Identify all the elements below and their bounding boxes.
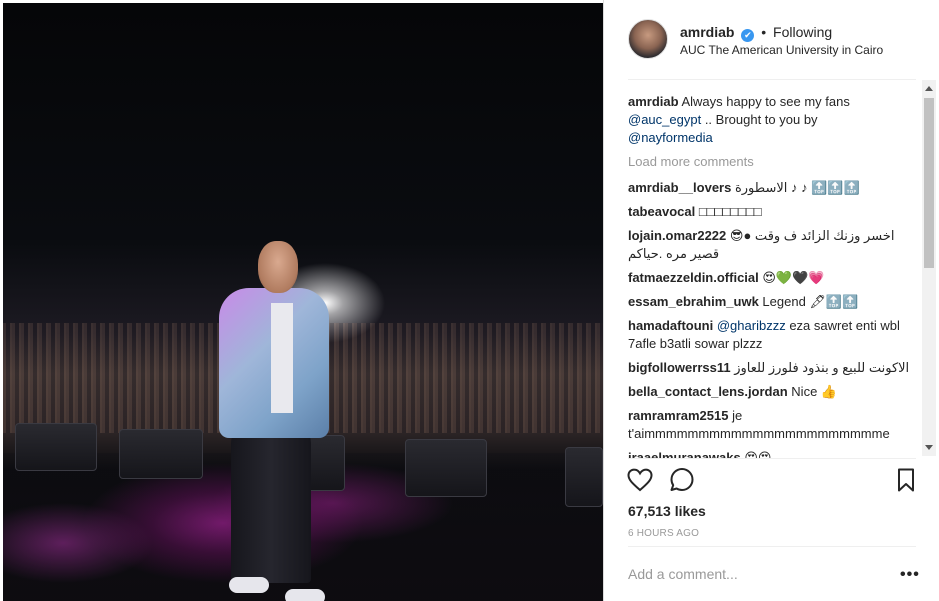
comment-text: 😍💚🖤💗 [762,270,825,285]
caption-text: .. Brought to you by [701,112,818,127]
load-more-comments-button[interactable]: Load more comments [628,153,920,171]
caption-username[interactable]: amrdiab [628,94,679,109]
comment-bubble-icon[interactable] [668,466,696,494]
comment-username[interactable]: tabeavocal [628,204,695,219]
scrollbar-thumb[interactable] [924,98,934,268]
add-comment-input[interactable] [628,562,878,586]
like-heart-icon[interactable] [626,466,654,494]
performer-shoe [229,577,269,593]
comment-username[interactable]: bigfollowerrss11 [628,360,731,375]
comment-text: Nice 👍 [791,384,838,399]
comment-item: essam_ebrahim_uwk Legend 🖋🔝🔝 [628,293,920,311]
mention-link[interactable]: @auc_egypt [628,112,701,127]
comment-text: □□□□□□□□ [698,204,762,219]
comment-item: ramramram2515 je t'aimmmmmmmmmmmmmmmmmmm… [628,407,920,443]
performer-shirt [271,303,293,413]
performer-legs [231,423,311,583]
verified-badge-icon: ✔ [741,29,755,42]
post-timestamp[interactable]: 6 HOURS AGO [628,528,699,539]
comment-username[interactable]: fatmaezzeldin.official [628,270,759,285]
comment-item: hamadaftouni @gharibzzz eza sawret enti … [628,317,920,353]
comment-item: fatmaezzeldin.official 😍💚🖤💗 [628,269,920,287]
stage-speaker [119,429,203,479]
separator: • [761,24,767,40]
comment-item: amrdiab__lovers الاسطورة ♪ ♪ 🔝🔝🔝 [628,179,920,197]
divider [628,79,916,80]
comment-username[interactable]: jraaelmuranawaks [628,450,741,458]
avatar[interactable] [628,19,668,59]
mention-link[interactable]: @nayformedia [628,130,713,145]
performer-shoe [285,589,325,601]
comment-username[interactable]: bella_contact_lens.jordan [628,384,788,399]
comment-text: الاسطورة ♪ ♪ 🔝🔝🔝 [734,180,860,195]
comment-item: jraaelmuranawaks 😍😍 [628,449,920,458]
more-options-icon[interactable]: ••• [900,566,920,584]
comment-item: bigfollowerrss11 الاكونت للبيع و بنذود ف… [628,359,920,377]
comments-list[interactable]: amrdiab Always happy to see my fans @auc… [628,93,920,458]
post-photo[interactable] [3,3,603,601]
comment-username[interactable]: hamadaftouni [628,318,713,333]
bookmark-icon[interactable] [892,466,920,494]
scroll-up-arrow-icon[interactable] [925,86,933,91]
comment-item: tabeavocal □□□□□□□□ [628,203,920,221]
divider [628,546,916,547]
caption-text: Always happy to see my fans [681,94,850,109]
comment-username[interactable]: essam_ebrahim_uwk [628,294,759,309]
mention-link[interactable]: @gharibzzz [717,318,786,333]
action-bar [626,466,918,498]
likes-count[interactable]: 67,513 likes [628,503,706,519]
performer-head [258,241,298,293]
comment-text: 😍😍 [744,450,772,458]
stage-speaker [15,423,97,471]
scroll-down-arrow-icon[interactable] [925,445,933,450]
post-header: amrdiab ✔ • Following AUC The American U… [604,0,939,79]
comment-username[interactable]: amrdiab__lovers [628,180,731,195]
comment-item: lojain.omar2222 اخسر وزنك الزائد ف وقت ●… [628,227,920,263]
comment-username[interactable]: ramramram2515 [628,408,728,423]
following-button[interactable]: Following [773,24,832,40]
comment-text: الاكونت للبيع و بنذود فلورز للعاوز [734,360,910,375]
comment-username[interactable]: lojain.omar2222 [628,228,726,243]
stage-speaker [405,439,487,497]
comment-text: Legend 🖋🔝🔝 [762,294,859,309]
stage-speaker [565,447,603,507]
comments-scrollbar[interactable] [922,80,936,456]
comment-item: bella_contact_lens.jordan Nice 👍 [628,383,920,401]
username-link[interactable]: amrdiab [680,24,734,40]
post-side-panel: amrdiab ✔ • Following AUC The American U… [603,0,939,601]
divider [628,458,916,459]
caption: amrdiab Always happy to see my fans @auc… [628,93,920,147]
location-link[interactable]: AUC The American University in Cairo [680,43,883,57]
header-line: amrdiab ✔ • Following [680,24,832,42]
